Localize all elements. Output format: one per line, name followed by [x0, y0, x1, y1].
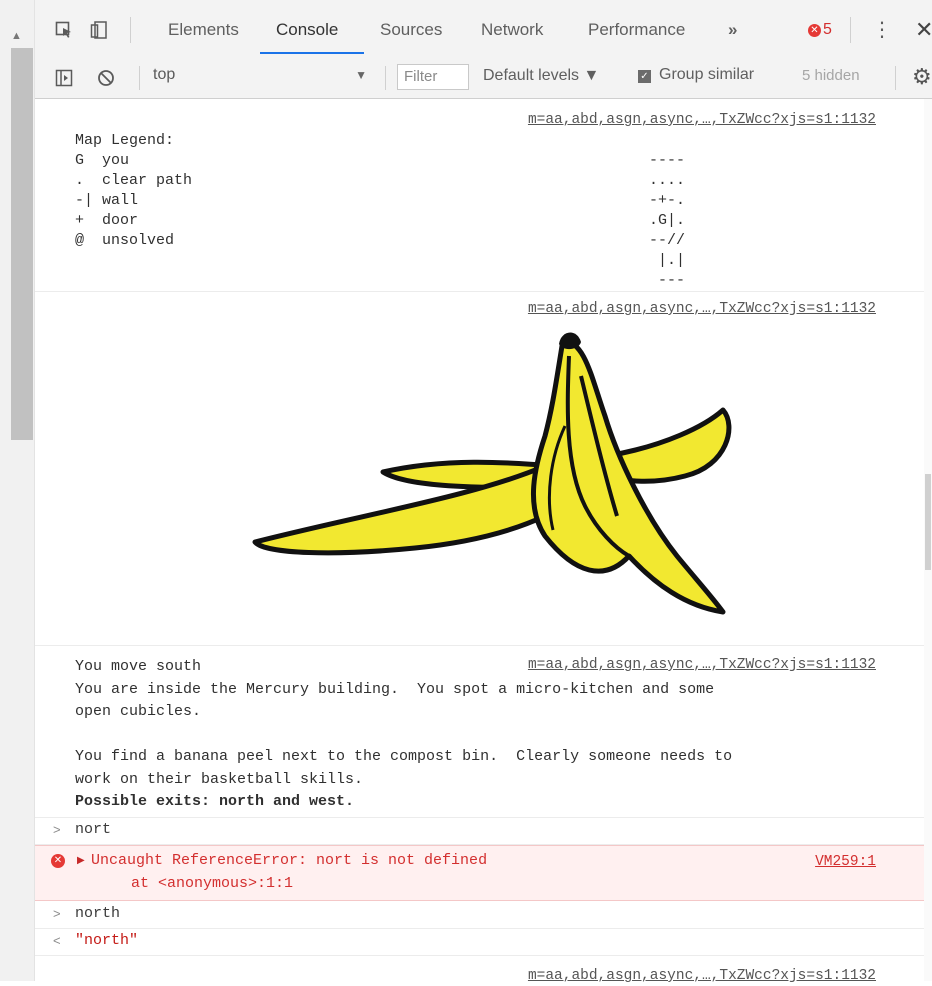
input-chevron-icon: > [53, 822, 61, 837]
filter-input[interactable]: Filter [397, 64, 469, 90]
sidebar-toggle-icon[interactable] [55, 69, 73, 87]
close-icon[interactable]: ✕ [915, 17, 932, 43]
console-message-narrative: m=aa,abd,asgn,async,…,TxZWcc?xjs=s1:1132… [35, 646, 924, 818]
scroll-up-icon[interactable]: ▲ [11, 30, 22, 42]
error-stack: at <anonymous>:1:1 [131, 875, 294, 892]
console-message-image: m=aa,abd,asgn,async,…,TxZWcc?xjs=s1:1132 [35, 292, 924, 646]
scrollbar-thumb[interactable] [11, 48, 33, 440]
tab-console[interactable]: Console [276, 20, 338, 40]
result-arrow-icon: < [53, 933, 61, 948]
inspect-element-icon[interactable] [55, 21, 73, 39]
error-icon: ✕ [51, 854, 65, 868]
narrative-blank-line [75, 724, 895, 747]
source-link[interactable]: m=aa,abd,asgn,async,…,TxZWcc?xjs=s1:1132 [528, 968, 876, 984]
console-result-row: < "north" [35, 929, 924, 956]
error-source-link[interactable]: VM259:1 [815, 854, 876, 870]
context-value: top [153, 66, 176, 83]
toolbar-divider [130, 17, 131, 43]
narrative-line: open cubicles. [75, 703, 202, 720]
input-chevron-icon: > [53, 906, 61, 921]
toolbar-divider [895, 66, 896, 90]
context-selector[interactable]: top ▼ [153, 66, 375, 90]
more-tabs-icon[interactable]: » [728, 20, 737, 40]
narrative-line: You are inside the Mercury building. You… [75, 680, 715, 698]
banana-peel-image [252, 332, 732, 615]
gear-icon[interactable]: ⚙ [912, 64, 932, 90]
active-tab-indicator [260, 52, 364, 54]
error-icon: ✕ [808, 24, 821, 37]
page-scrollbar[interactable]: ▲ [0, 0, 35, 981]
console-input-row: > nort [35, 818, 924, 845]
group-similar-checkbox[interactable]: ✓ Group similar [638, 66, 754, 84]
error-count-badge[interactable]: ✕ 5 [808, 21, 832, 39]
checkbox-checked-icon: ✓ [638, 70, 651, 83]
console-output: m=aa,abd,asgn,async,…,TxZWcc?xjs=s1:1132… [35, 99, 924, 984]
console-message-partial: m=aa,abd,asgn,async,…,TxZWcc?xjs=s1:1132 [35, 956, 924, 986]
console-message-legend: m=aa,abd,asgn,async,…,TxZWcc?xjs=s1:1132… [35, 99, 924, 292]
tab-performance[interactable]: Performance [588, 20, 685, 40]
log-levels-dropdown[interactable]: Default levels ▼ [483, 67, 599, 85]
toolbar-divider [385, 66, 386, 90]
map-legend-text: Map Legend: G you . clear path -| wall +… [75, 132, 193, 249]
hidden-count: 5 hidden [802, 67, 860, 84]
narrative-line: work on their basketball skills. [75, 770, 364, 788]
ascii-map: ---- .... -+-. .G|. --// |.| --- [649, 152, 686, 289]
possible-exits: Possible exits: north and west. [75, 793, 355, 810]
dropdown-arrow-icon: ▼ [355, 68, 367, 82]
expand-triangle-icon[interactable]: ▶ [77, 855, 85, 866]
narrative-line: You find a banana peel next to the compo… [75, 748, 733, 765]
scrollbar-thumb[interactable] [925, 474, 931, 570]
toolbar-divider [139, 66, 140, 90]
console-toolbar: top ▼ Filter Default levels ▼ ✓ Group sim… [35, 58, 932, 99]
clear-console-icon[interactable] [97, 69, 115, 87]
group-similar-label: Group similar [659, 66, 755, 83]
console-result-text: "north" [75, 932, 139, 949]
more-options-icon[interactable]: ⋮ [872, 17, 892, 42]
tab-network[interactable]: Network [481, 20, 543, 40]
toolbar-divider [850, 17, 851, 43]
error-text: Uncaught ReferenceError: nort is not def… [91, 852, 488, 869]
source-link[interactable]: m=aa,abd,asgn,async,…,TxZWcc?xjs=s1:1132 [528, 301, 876, 317]
tab-sources[interactable]: Sources [380, 20, 442, 40]
error-count: 5 [823, 21, 832, 38]
device-toolbar-icon[interactable] [90, 21, 108, 39]
console-error-message: ✕ ▶ Uncaught ReferenceError: nort is not… [35, 845, 924, 901]
console-input-text: north [75, 905, 121, 922]
source-link[interactable]: m=aa,abd,asgn,async,…,TxZWcc?xjs=s1:1132 [528, 112, 876, 128]
tab-elements[interactable]: Elements [168, 20, 239, 40]
console-scrollbar[interactable] [924, 99, 932, 981]
devtools-tab-bar: Elements Console Sources Network Perform… [35, 0, 932, 59]
console-input-text: nort [75, 821, 112, 838]
narrative-line: You move south [75, 658, 202, 675]
narrative-text: You move south You are inside the Mercur… [75, 656, 895, 814]
console-input-row: > north [35, 902, 924, 929]
